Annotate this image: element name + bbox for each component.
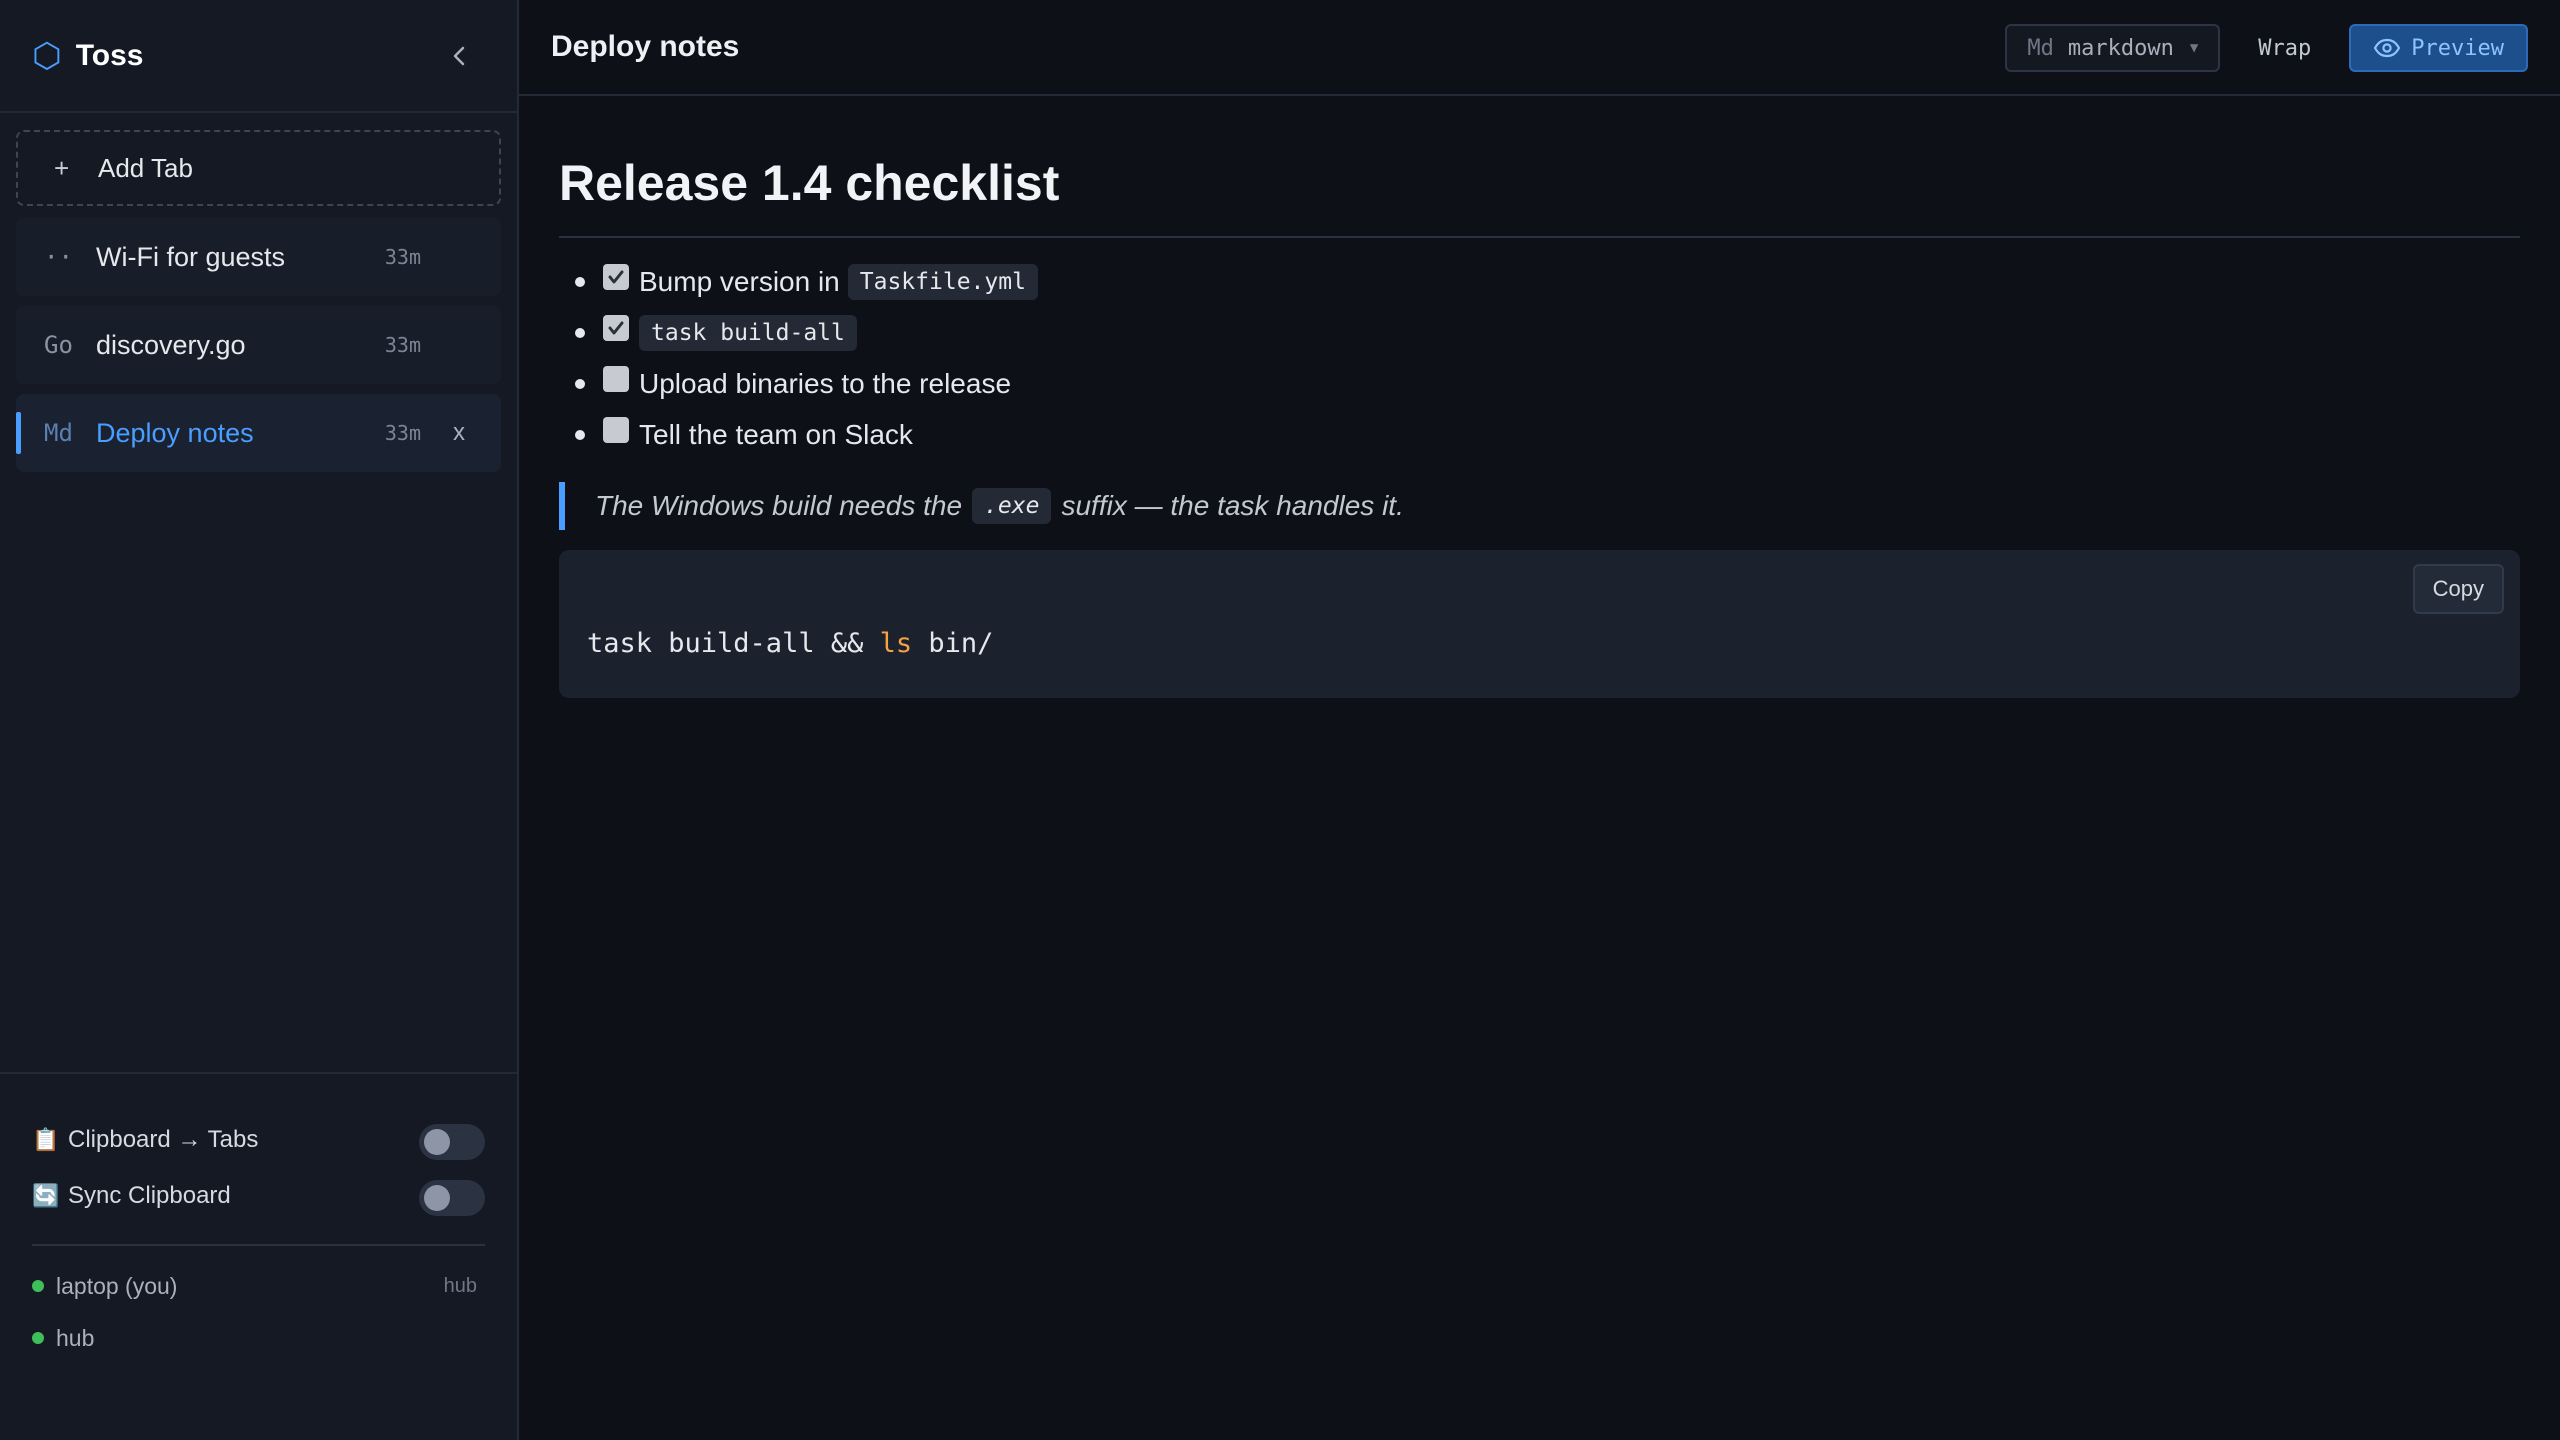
tab-kind-badge: ·· xyxy=(44,243,73,271)
task-text: Upload binaries to the release xyxy=(639,367,1012,399)
toolbar-actions: Md markdown ▼ Wrap Preview xyxy=(2005,24,2528,72)
sidebar-footer: 📋 Clipboard → Tabs 🔄 Sync Clipboard lapt… xyxy=(0,1072,517,1440)
checkbox-unchecked[interactable] xyxy=(603,416,629,443)
code-line: task build-all && ls bin/ xyxy=(587,628,2492,659)
checkbox-unchecked[interactable] xyxy=(603,365,629,392)
task-list: Bump version in Taskfile.yml task build-… xyxy=(559,256,2520,460)
caret-down-icon: ▼ xyxy=(2189,40,2199,56)
code-token: task build-all && xyxy=(587,628,880,659)
task-item: Upload binaries to the release xyxy=(559,358,2520,409)
quote-text: The Windows build needs the xyxy=(595,490,963,521)
markdown-preview: Release 1.4 checklist Bump version in Ta… xyxy=(519,96,2560,698)
divider xyxy=(32,1244,485,1246)
quote-text: suffix — the task handles it. xyxy=(1061,490,1404,521)
preview-button[interactable]: Preview xyxy=(2349,24,2528,72)
toggle-label: Sync Clipboard xyxy=(68,1182,231,1209)
add-tab-label: Add Tab xyxy=(98,152,193,183)
tab-list: ·· Wi-Fi for guests 33m Go discovery.go … xyxy=(0,218,517,472)
tab-title: discovery.go xyxy=(96,329,246,360)
language-prefix: Md xyxy=(2027,35,2054,61)
clipboard-to-tabs-row: 📋 Clipboard → Tabs xyxy=(32,1112,485,1168)
document-heading: Release 1.4 checklist xyxy=(559,154,2520,238)
toggle-label: Clipboard → Tabs xyxy=(68,1126,259,1153)
tab-item-wifi[interactable]: ·· Wi-Fi for guests 33m xyxy=(16,218,501,296)
checkmark-icon xyxy=(608,270,624,283)
peer-item: laptop (you) hub xyxy=(32,1260,485,1312)
peer-name: laptop (you) xyxy=(56,1272,178,1299)
code-block: task build-all && ls bin/ Copy xyxy=(559,550,2520,698)
main-panel: Deploy notes Md markdown ▼ Wrap Preview xyxy=(519,0,2560,1440)
online-status-dot xyxy=(32,1332,44,1344)
sync-clipboard-toggle[interactable] xyxy=(419,1180,485,1216)
inline-code: task build-all xyxy=(639,314,857,351)
peer-name: hub xyxy=(56,1324,95,1351)
tab-kind-badge: Md xyxy=(44,419,73,447)
language-value: markdown xyxy=(2067,35,2174,61)
task-item: Bump version in Taskfile.yml xyxy=(559,256,2520,307)
code-keyword: ls xyxy=(879,628,913,659)
chevron-left-icon xyxy=(453,46,465,66)
plus-icon: + xyxy=(54,152,70,183)
bullet xyxy=(575,327,585,338)
inline-code: Taskfile.yml xyxy=(847,263,1038,300)
blockquote: The Windows build needs the .exe suffix … xyxy=(559,482,2520,530)
task-text: Bump version in xyxy=(639,265,840,297)
sync-clipboard-row: 🔄 Sync Clipboard xyxy=(32,1168,485,1224)
peer-item: hub xyxy=(32,1312,485,1364)
page-title: Deploy notes xyxy=(551,30,740,63)
tab-kind-badge: Go xyxy=(44,331,73,359)
tab-title: Wi-Fi for guests xyxy=(96,241,286,272)
bullet xyxy=(575,378,585,389)
code-token: bin/ xyxy=(912,628,994,659)
wrap-button[interactable]: Wrap xyxy=(2258,36,2311,61)
bullet xyxy=(575,276,585,287)
tab-item-discovery[interactable]: Go discovery.go 33m xyxy=(16,306,501,384)
tab-title: Deploy notes xyxy=(96,417,254,448)
app-window: ⬡ Toss + Add Tab ·· Wi-Fi for guests 33m… xyxy=(0,0,2560,1440)
sidebar-header: ⬡ Toss xyxy=(0,0,517,113)
sync-icon: 🔄 xyxy=(32,1183,60,1208)
add-tab-button[interactable]: + Add Tab xyxy=(16,130,501,206)
task-text: Tell the team on Slack xyxy=(639,418,913,450)
app-name: Toss xyxy=(75,38,144,72)
hexagon-icon: ⬡ xyxy=(32,36,62,75)
clipboard-to-tabs-toggle[interactable] xyxy=(419,1124,485,1160)
peer-role-tag: hub xyxy=(443,1274,477,1297)
tab-age: 33m xyxy=(384,333,421,357)
task-item: task build-all xyxy=(559,307,2520,358)
close-tab-icon[interactable]: x xyxy=(453,419,465,447)
language-select[interactable]: Md markdown ▼ xyxy=(2005,24,2221,72)
checkmark-icon xyxy=(608,321,624,334)
editor-toolbar: Deploy notes Md markdown ▼ Wrap Preview xyxy=(519,0,2560,96)
checkbox-checked[interactable] xyxy=(603,314,629,341)
inline-code: .exe xyxy=(972,488,1052,524)
sidebar: ⬡ Toss + Add Tab ·· Wi-Fi for guests 33m… xyxy=(0,0,519,1440)
tab-age: 33m xyxy=(384,421,421,445)
tab-item-deploy-notes[interactable]: Md Deploy notes 33m x xyxy=(16,394,501,472)
tab-age: 33m xyxy=(384,245,421,269)
bullet xyxy=(575,429,585,440)
collapse-sidebar-button[interactable] xyxy=(445,42,473,70)
preview-label: Preview xyxy=(2411,35,2504,61)
task-item: Tell the team on Slack xyxy=(559,409,2520,460)
online-status-dot xyxy=(32,1280,44,1292)
eye-icon xyxy=(2374,38,2401,58)
checkbox-checked[interactable] xyxy=(603,263,629,290)
copy-code-button[interactable]: Copy xyxy=(2412,564,2504,614)
clipboard-icon: 📋 xyxy=(32,1127,60,1152)
